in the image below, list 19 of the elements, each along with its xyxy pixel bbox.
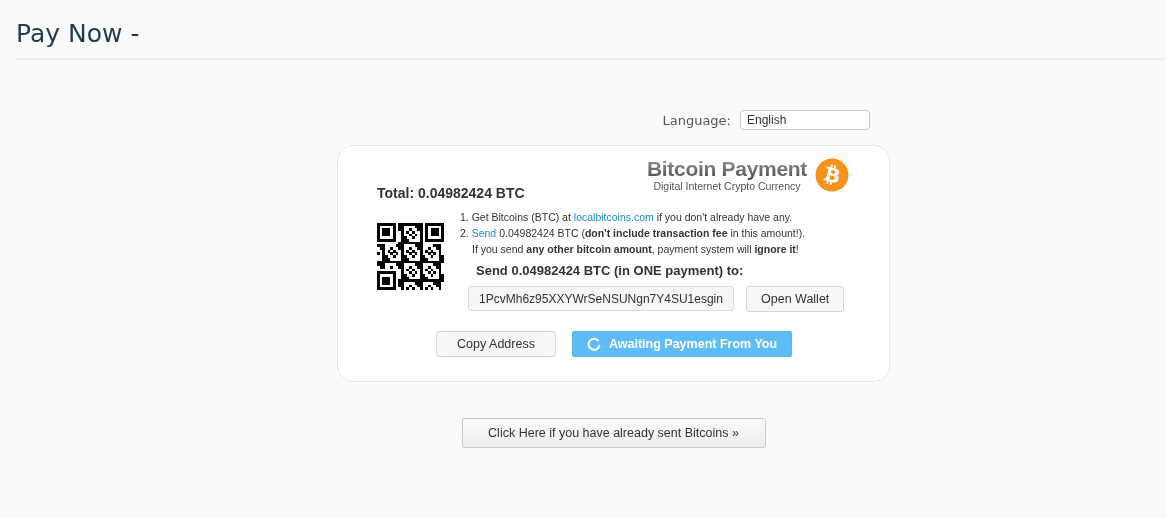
open-wallet-button[interactable]: Open Wallet (746, 286, 845, 312)
already-sent-button[interactable]: Click Here if you have already sent Bitcoins » (461, 418, 766, 448)
send-instruction: Send 0.04982424 BTC (in ONE payment) to: (476, 263, 745, 278)
bitcoin-logo-icon (815, 158, 849, 192)
logo-subtitle: Digital Internet Crypto Currency (653, 180, 801, 192)
qr-code (377, 223, 444, 290)
instruction-step: 1. Get Bitcoins (BTC) at localbitcoins.com if you don't already have any. (460, 209, 845, 225)
warning-text: If you send any other bitcoin amount, payment system will ignore it! (471, 242, 800, 257)
link[interactable]: Send (471, 227, 497, 239)
link[interactable]: localbitcoins.com (573, 211, 654, 223)
language-label: Language: (662, 112, 731, 128)
logo-title: Bitcoin Payment (646, 158, 807, 180)
spinner-icon (587, 337, 601, 351)
instruction-step: 2. Send 0.04982424 BTC (don't include transaction fee in this amount!). (460, 225, 845, 241)
copy-address-button[interactable]: Copy Address (436, 331, 556, 357)
total-amount: Total: 0.04982424 BTC (377, 185, 525, 201)
address-field[interactable]: 1PcvMh6z95XXYWrSeNSUNgn7Y4SU1esgin (468, 286, 734, 311)
page-title: Pay Now - (16, 19, 141, 48)
language-select[interactable]: English (740, 110, 870, 130)
